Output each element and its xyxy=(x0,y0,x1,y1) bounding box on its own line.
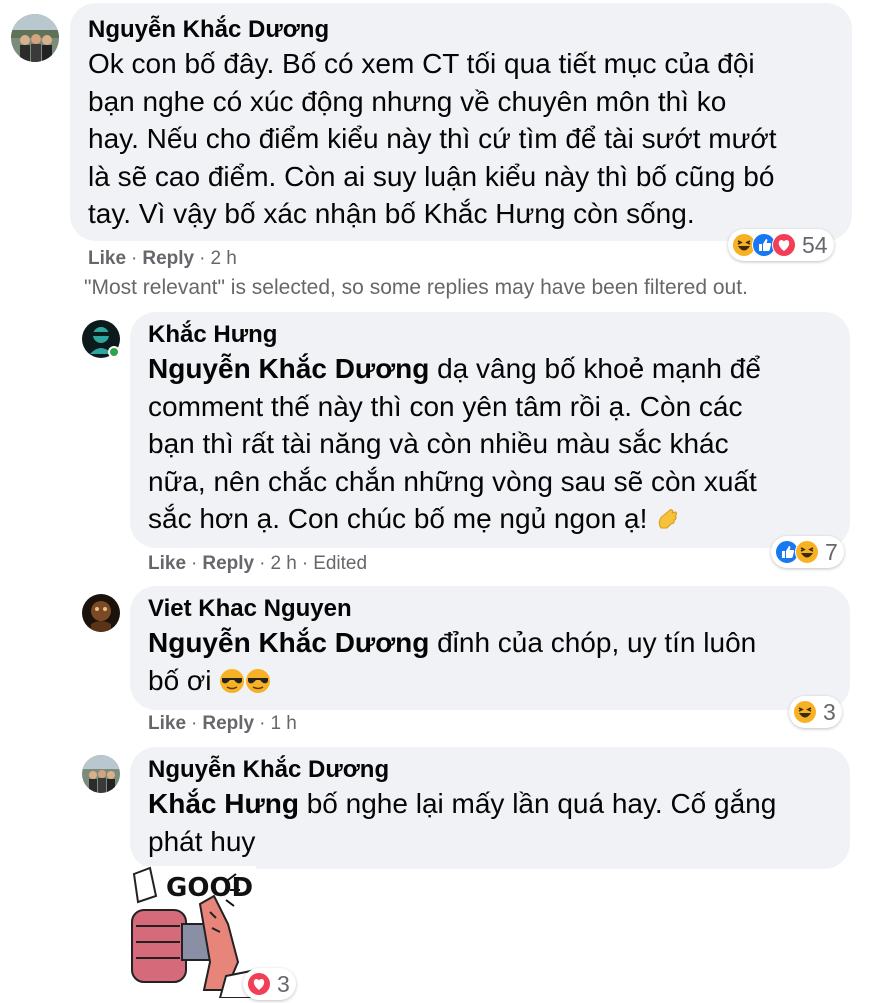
comment-text-line: bạn thì rất tài năng và còn nhiều màu sắ… xyxy=(148,428,729,459)
filter-note: "Most relevant" is selected, so some rep… xyxy=(84,276,748,299)
comment-text: sắc hơn ạ. Con chúc bố mẹ ngủ ngon ạ! xyxy=(148,503,648,534)
reaction-summary[interactable]: 3 xyxy=(789,696,842,728)
comment-author[interactable]: Nguyễn Khắc Dương xyxy=(148,755,832,785)
comment-text-line: là sẽ cao điểm. Còn ai suy luận kiểu này… xyxy=(88,160,775,192)
reply-button[interactable]: Reply xyxy=(202,713,254,734)
reaction-count: 7 xyxy=(825,539,838,565)
comment-actions: Like · Reply · 2 h · Edited xyxy=(148,553,367,575)
timestamp[interactable]: 2 h xyxy=(210,248,236,269)
edited-label[interactable]: Edited xyxy=(313,553,367,574)
comment-text-line: bạn nghe có xúc động nhưng về chuyên môn… xyxy=(88,85,727,117)
like-button[interactable]: Like xyxy=(148,553,186,574)
separator: · xyxy=(131,248,138,269)
comment-author[interactable]: Khắc Hưng xyxy=(148,320,832,350)
haha-icon xyxy=(795,540,819,564)
separator: · xyxy=(199,248,206,269)
separator: · xyxy=(259,713,266,734)
separator: · xyxy=(191,713,198,734)
mention-link[interactable]: Nguyễn Khắc Dương xyxy=(148,627,429,658)
like-button[interactable]: Like xyxy=(88,248,126,269)
comment-text-line: Ok con bố đây. Bố có xem CT tối qua tiết… xyxy=(88,48,755,79)
comment-text: dạ vâng bố khoẻ mạnh để xyxy=(429,353,761,384)
online-status-icon xyxy=(108,346,120,358)
reaction-count: 3 xyxy=(277,971,290,997)
comment-text: bố nghe lại mấy lần quá hay. Cố gắng xyxy=(298,788,777,819)
pinched-fingers-emoji-icon xyxy=(658,509,678,529)
comment-actions: Like · Reply · 1 h xyxy=(148,713,297,735)
avatar[interactable] xyxy=(82,594,120,632)
reaction-summary[interactable]: 7 xyxy=(771,536,844,568)
comment-bubble: Viet Khac Nguyen Nguyễn Khắc Dương đỉnh … xyxy=(130,586,850,710)
comment-text-line: phát huy xyxy=(148,825,256,857)
avatar[interactable] xyxy=(11,14,59,62)
comment-author[interactable]: Nguyễn Khắc Dương xyxy=(88,15,834,45)
comment-text-line: Khắc Hưng bố nghe lại mấy lần quá hay. C… xyxy=(148,785,832,823)
comment-text-line: Nguyễn Khắc Dương dạ vâng bố khoẻ mạnh đ… xyxy=(148,350,832,388)
timestamp[interactable]: 2 h xyxy=(270,553,296,574)
comment-bubble: Nguyễn Khắc Dương Ok con bố đây. Bố có x… xyxy=(70,3,852,241)
love-icon xyxy=(772,233,796,257)
comment-text: bố ơi xyxy=(148,664,212,696)
reaction-summary[interactable]: 3 xyxy=(243,968,296,1000)
mention-link[interactable]: Nguyễn Khắc Dương xyxy=(148,353,429,384)
comment-text-line: bố ơi xyxy=(148,662,832,700)
comment-text-line: comment thế này thì con yên tâm rồi ạ. C… xyxy=(148,390,743,422)
sunglasses-emoji-icon xyxy=(246,668,271,693)
reaction-summary[interactable]: 54 xyxy=(728,229,834,261)
comment-text-line: tay. Vì vậy bố xác nhận bố Khắc Hưng còn… xyxy=(88,198,695,229)
comment-text-line: nữa, nên chắc chắn những vòng sau sẽ còn… xyxy=(148,465,757,497)
mention-link[interactable]: Khắc Hưng xyxy=(148,788,299,819)
separator: · xyxy=(301,553,309,574)
reply-button[interactable]: Reply xyxy=(142,248,194,269)
avatar[interactable] xyxy=(82,755,120,793)
reaction-count: 3 xyxy=(823,699,836,725)
comment-text-line: sắc hơn ạ. Con chúc bố mẹ ngủ ngon ạ! xyxy=(148,500,832,538)
comment-text-line: Nguyễn Khắc Dương đỉnh của chóp, uy tín … xyxy=(148,624,832,662)
reaction-count: 54 xyxy=(802,232,828,258)
comment-text-line: hay. Nếu cho điểm kiểu này thì cứ tìm để… xyxy=(88,123,777,154)
avatar[interactable] xyxy=(82,320,120,358)
reply-button[interactable]: Reply xyxy=(202,553,254,574)
good-sticker-image[interactable]: GOOD xyxy=(130,866,257,999)
comment-actions: Like · Reply · 2 h xyxy=(88,248,237,270)
haha-icon xyxy=(793,700,817,724)
separator: · xyxy=(259,553,266,574)
like-button[interactable]: Like xyxy=(148,713,186,734)
love-icon xyxy=(247,972,271,996)
comment-text: đỉnh của chóp, uy tín luôn xyxy=(429,627,757,658)
comment-bubble: Nguyễn Khắc Dương Khắc Hưng bố nghe lại … xyxy=(130,747,850,869)
comment-bubble: Khắc Hưng Nguyễn Khắc Dương dạ vâng bố k… xyxy=(130,312,850,548)
comment-author[interactable]: Viet Khac Nguyen xyxy=(148,594,832,624)
separator: · xyxy=(191,553,198,574)
sunglasses-emoji-icon xyxy=(220,668,245,693)
timestamp[interactable]: 1 h xyxy=(270,713,296,734)
